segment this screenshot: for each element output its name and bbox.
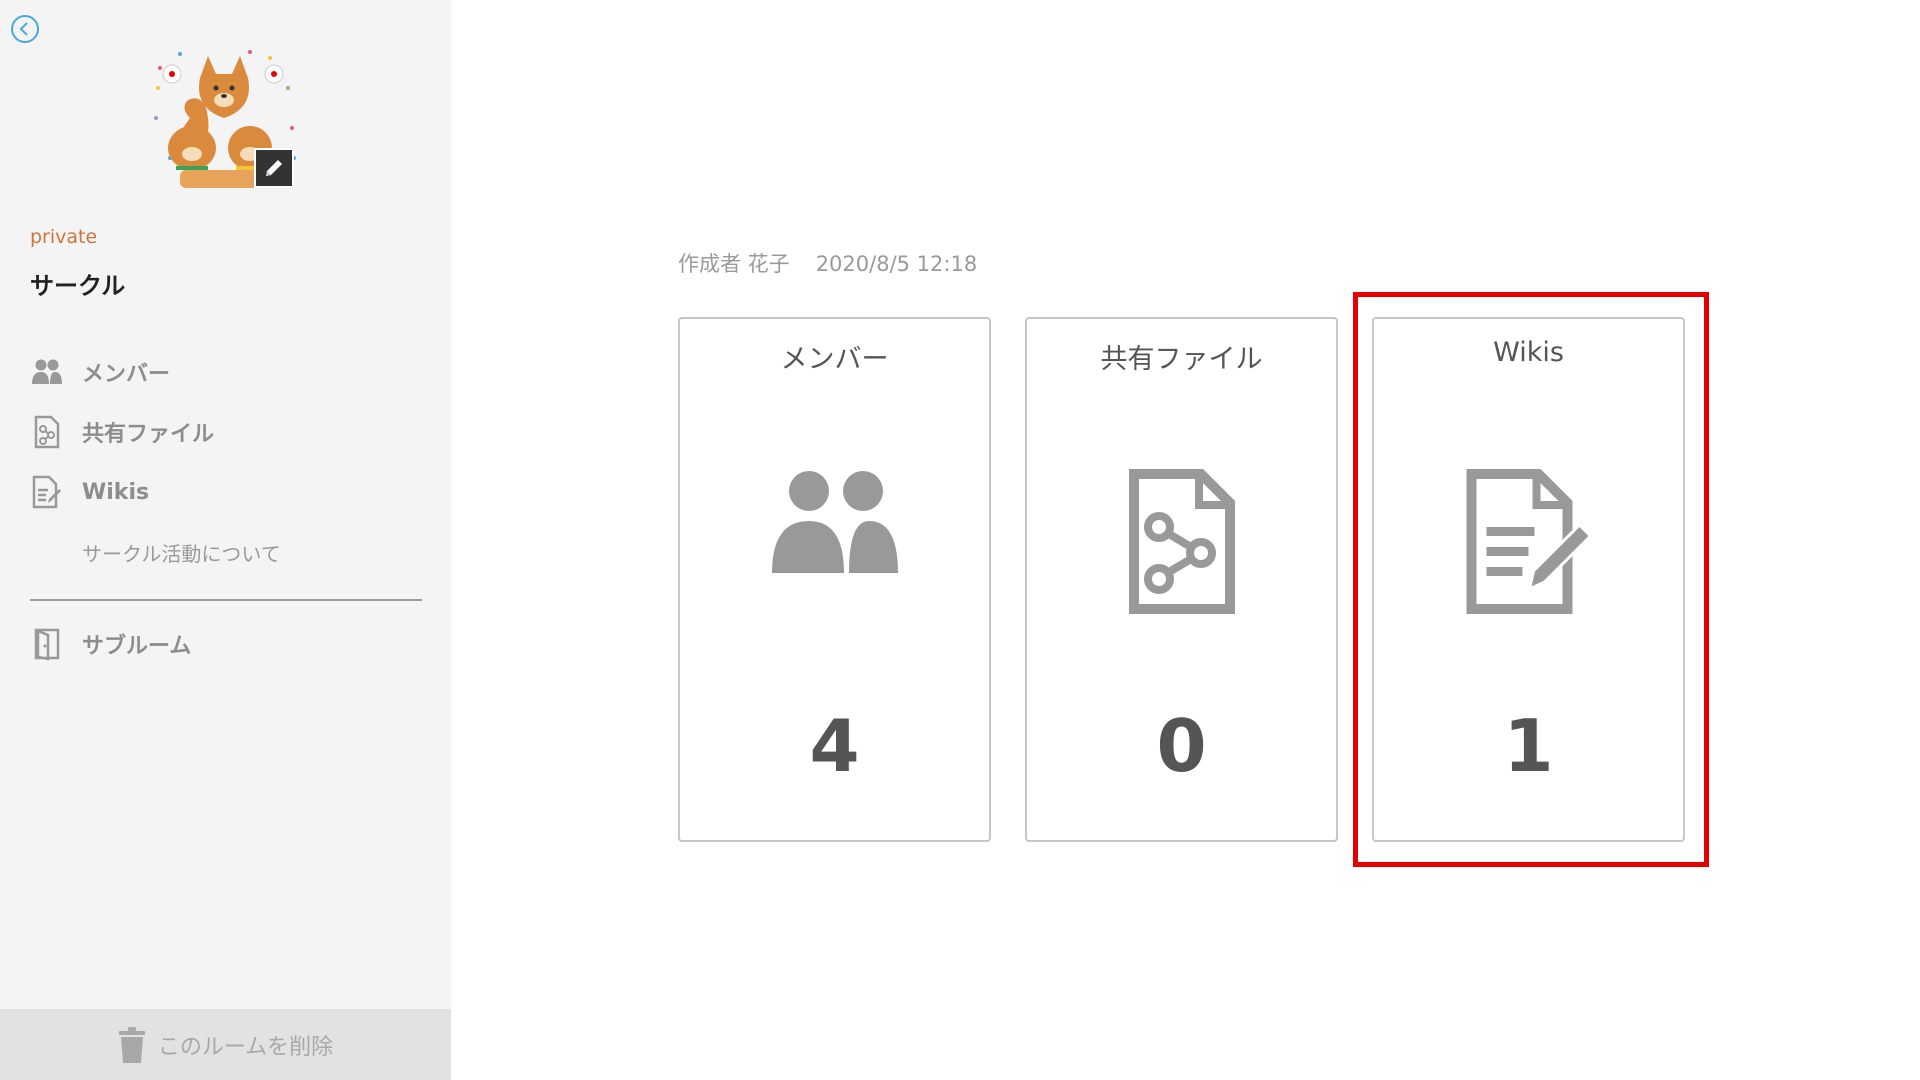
sidebar-item-subroom[interactable]: サブルーム [30,624,191,664]
wiki-doc-icon [1466,469,1593,618]
members-icon [30,355,64,389]
back-arrow-icon [11,15,39,43]
shared-files-card[interactable]: 共有ファイル 0 [1025,317,1338,842]
sidebar: private サークル メンバー 共有ファイル Wikis サークル活動につい… [0,0,451,1080]
card-title: 共有ファイル [1100,344,1263,375]
members-icon [770,469,900,578]
pencil-icon [266,160,282,176]
back-button[interactable] [10,14,40,44]
sidebar-item-label: 共有ファイル [82,422,215,447]
delete-room-button[interactable]: このルームを削除 [0,1009,451,1080]
sidebar-item-label: サブルーム [82,634,192,659]
shared-file-icon [1128,469,1235,618]
sidebar-divider [30,599,422,601]
trash-icon [118,1026,145,1063]
members-card[interactable]: メンバー 4 [678,317,991,842]
members-count: 4 [809,704,860,788]
sidebar-wiki-page-link[interactable]: サークル活動について [82,538,281,567]
delete-room-label: このルームを削除 [157,1034,334,1060]
room-name: サークル [30,272,126,300]
sidebar-item-files[interactable]: 共有ファイル [30,412,214,452]
created-date: 2020/8/5 12:18 [815,252,978,276]
room-meta: 作成者 花子 2020/8/5 12:18 [678,248,977,278]
card-title: メンバー [780,344,889,375]
wikis-card[interactable]: Wikis 1 [1372,317,1685,842]
shared-files-count: 0 [1156,704,1207,788]
card-title: Wikis [1493,337,1564,368]
shared-file-icon [30,415,64,449]
sidebar-item-members[interactable]: メンバー [30,352,170,392]
wikis-count: 1 [1503,704,1554,788]
author-label: 作成者 花子 [678,252,790,276]
sidebar-item-label: メンバー [82,362,171,387]
edit-image-button[interactable] [254,148,294,188]
privacy-label: private [30,226,98,248]
wiki-doc-icon [30,475,64,509]
door-icon [30,627,64,661]
sidebar-item-label: Wikis [82,479,150,505]
sidebar-item-wikis[interactable]: Wikis [30,472,149,512]
